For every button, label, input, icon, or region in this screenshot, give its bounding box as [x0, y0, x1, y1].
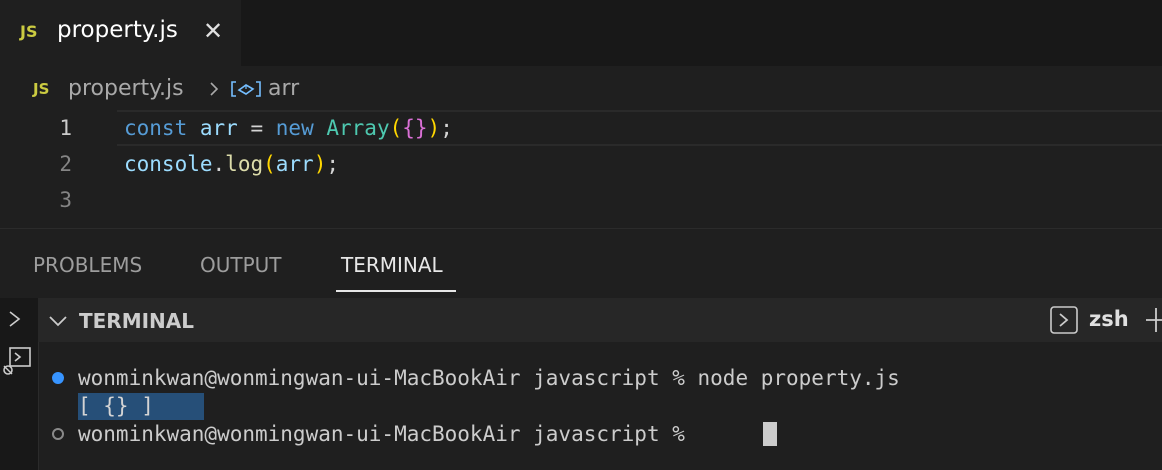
code-token: const — [124, 116, 188, 140]
code-token: ; — [440, 116, 453, 140]
code-token: log — [225, 152, 264, 176]
terminal-shell-icon[interactable] — [1050, 306, 1078, 334]
terminal-shell-name[interactable]: zsh — [1089, 307, 1129, 331]
terminal-cursor — [763, 422, 777, 446]
breadcrumb-symbol[interactable]: arr — [268, 76, 299, 101]
command-success-decoration[interactable] — [52, 372, 64, 384]
chevron-right-icon — [210, 82, 219, 96]
chevron-right-icon[interactable] — [6, 308, 24, 330]
variable-symbol-icon — [231, 81, 261, 97]
javascript-file-icon: JS — [33, 80, 50, 98]
code-line-2: console.log(arr); — [124, 152, 339, 176]
code-token: ) — [427, 116, 441, 140]
breadcrumb-file[interactable]: property.js — [68, 76, 184, 101]
code-token: ( — [263, 152, 276, 176]
code-token: ) — [313, 152, 327, 176]
terminal-prompt[interactable]: wonminkwan@wonmingwan-ui-MacBookAir java… — [78, 422, 698, 446]
code-token: arr — [275, 152, 314, 176]
code-token: ( — [389, 116, 403, 140]
code-token: arr — [199, 116, 238, 140]
code-line-1: const arr = new Array({}); — [124, 116, 453, 140]
tab-problems[interactable]: PROBLEMS — [33, 253, 142, 277]
tab-title: property.js — [57, 17, 178, 43]
command-pending-decoration[interactable] — [52, 428, 64, 440]
tab-output[interactable]: OUTPUT — [200, 253, 282, 277]
code-token: {} — [402, 116, 428, 140]
close-icon[interactable]: ✕ — [200, 17, 226, 45]
code-token: . — [212, 152, 226, 176]
editor-tab-bar: JS property.js ✕ — [0, 0, 1162, 66]
panel-divider — [0, 228, 1162, 229]
terminal-header — [38, 298, 1162, 342]
terminal-output: [ {} ] — [78, 394, 154, 418]
debug-console-icon[interactable] — [2, 344, 32, 378]
terminal-line: wonminkwan@wonmingwan-ui-MacBookAir java… — [78, 366, 900, 390]
code-token: = — [250, 116, 264, 140]
code-token: console — [124, 152, 213, 176]
code-token: Array — [326, 116, 390, 140]
active-tab-indicator — [336, 290, 456, 292]
javascript-file-icon: JS — [20, 22, 38, 41]
terminal-header-title: TERMINAL — [79, 309, 195, 333]
tab-property-js[interactable]: JS property.js ✕ — [0, 0, 241, 66]
plus-icon[interactable] — [1144, 306, 1162, 334]
line-number: 3 — [59, 188, 72, 212]
chevron-down-icon[interactable] — [48, 311, 68, 331]
line-number: 1 — [59, 116, 72, 140]
line-number: 2 — [59, 152, 72, 176]
code-token: ; — [326, 152, 340, 176]
code-token: new — [275, 116, 314, 140]
tab-terminal[interactable]: TERMINAL — [341, 253, 443, 277]
